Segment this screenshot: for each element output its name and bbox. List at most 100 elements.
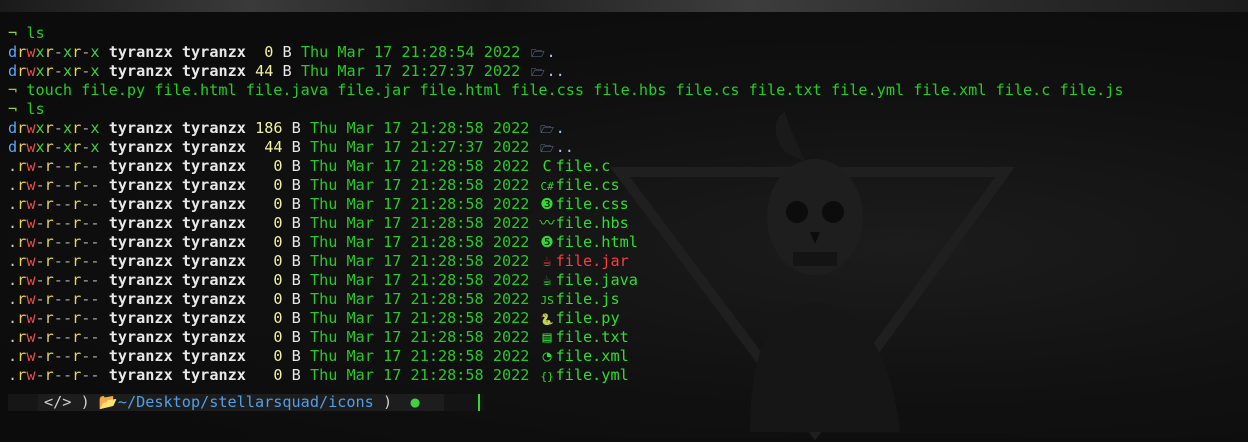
permission-char: - — [35, 290, 45, 308]
permission-char: r — [44, 138, 54, 156]
permission-char: r — [17, 214, 27, 232]
permission-char: r — [17, 271, 27, 289]
code-icon: </> — [44, 393, 72, 411]
permission-char: r — [72, 347, 82, 365]
file-group: tyranzx — [181, 271, 246, 289]
list-item[interactable]: .rw-r--r-- tyranzx tyranzx 0 B Thu Mar 1… — [8, 290, 1124, 309]
permission-char: x — [62, 43, 73, 61]
permission-char: r — [17, 366, 27, 384]
permissions: .rw-r--r-- — [8, 195, 100, 213]
permission-char: - — [53, 328, 63, 346]
permission-char: r — [17, 176, 27, 194]
file-name[interactable]: file.html — [556, 233, 638, 251]
file-name[interactable]: file.txt — [556, 328, 629, 346]
permission-char: r — [44, 347, 54, 365]
c-lang-icon: C — [542, 157, 552, 175]
modified-date: Thu Mar 17 21:28:58 2022 — [309, 119, 530, 137]
size-unit: B — [291, 328, 301, 346]
file-name[interactable]: . — [556, 119, 565, 137]
file-name[interactable]: . — [546, 43, 555, 61]
file-name[interactable]: file.cs — [556, 176, 620, 194]
terminal-window[interactable]: ¬ ls drwxr-xr-x tyranzx tyranzx 0 B Thu M… — [0, 12, 1248, 441]
list-item[interactable]: .rw-r--r-- tyranzx tyranzx 0 B Thu Mar 1… — [8, 252, 1124, 271]
file-group: tyranzx — [181, 309, 246, 327]
permission-char: . — [8, 271, 18, 289]
permission-char: - — [90, 176, 100, 194]
file-name[interactable]: file.yml — [556, 366, 629, 384]
permission-char: - — [90, 195, 100, 213]
list-item[interactable]: drwxr-xr-x tyranzx tyranzx 0 B Thu Mar 1… — [8, 43, 1124, 62]
file-name[interactable]: file.xml — [556, 347, 629, 365]
list-item[interactable]: .rw-r--r-- tyranzx tyranzx 0 B Thu Mar 1… — [8, 195, 1124, 214]
permissions: drwxr-xr-x — [8, 62, 100, 80]
modified-date: Thu Mar 17 21:28:58 2022 — [309, 328, 530, 346]
list-item[interactable]: .rw-r--r-- tyranzx tyranzx 0 B Thu Mar 1… — [8, 309, 1124, 328]
permission-char: - — [53, 366, 63, 384]
permission-char: - — [62, 309, 73, 327]
list-item[interactable]: drwxr-xr-x tyranzx tyranzx 186 B Thu Mar… — [8, 119, 1124, 138]
size-unit: B — [291, 366, 301, 384]
permission-char: . — [8, 195, 18, 213]
file-owner: tyranzx — [108, 309, 173, 327]
size-unit: B — [291, 252, 301, 270]
file-group: tyranzx — [181, 290, 246, 308]
permission-char: r — [44, 43, 54, 61]
file-size: 0 — [255, 176, 283, 194]
list-item[interactable]: .rw-r--r-- tyranzx tyranzx 0 B Thu Mar 1… — [8, 328, 1124, 347]
size-unit: B — [282, 43, 292, 61]
permissions: .rw-r--r-- — [8, 271, 100, 289]
list-item[interactable]: .rw-r--r-- tyranzx tyranzx 0 B Thu Mar 1… — [8, 271, 1124, 290]
list-item[interactable]: .rw-r--r-- tyranzx tyranzx 0 B Thu Mar 1… — [8, 157, 1124, 176]
list-item[interactable]: .rw-r--r-- tyranzx tyranzx 0 B Thu Mar 1… — [8, 176, 1124, 195]
file-group: tyranzx — [181, 195, 246, 213]
permission-char: r — [72, 309, 82, 327]
list-item[interactable]: .rw-r--r-- tyranzx tyranzx 0 B Thu Mar 1… — [8, 233, 1124, 252]
permission-char: - — [53, 62, 63, 80]
permission-char: - — [35, 271, 45, 289]
permission-char: x — [35, 43, 45, 61]
file-name[interactable]: .. — [556, 138, 574, 156]
permission-char: - — [90, 157, 100, 175]
list-item[interactable]: .rw-r--r-- tyranzx tyranzx 0 B Thu Mar 1… — [8, 214, 1124, 233]
csharp-icon: C# — [540, 180, 554, 193]
file-name[interactable]: file.jar — [556, 252, 629, 270]
prompt-statusbar: </> ) 📂 ~/Desktop/stellarsquad/icons ) ● — [8, 393, 484, 412]
list-item[interactable]: drwxr-xr-x tyranzx tyranzx 44 B Thu Mar … — [8, 62, 1124, 81]
modified-date: Thu Mar 17 21:28:58 2022 — [309, 309, 530, 327]
file-name[interactable]: file.css — [556, 195, 629, 213]
file-size: 0 — [255, 328, 283, 346]
permission-char: d — [8, 138, 18, 156]
permissions: .rw-r--r-- — [8, 347, 100, 365]
folder-open-icon: 🗁 — [540, 123, 554, 136]
prompt-symbol: ¬ — [8, 100, 18, 118]
folder-open-icon: 🗁 — [531, 66, 545, 79]
permission-char: x — [90, 119, 100, 137]
file-name[interactable]: file.java — [556, 271, 638, 289]
permission-char: - — [53, 138, 63, 156]
permission-char: - — [53, 309, 63, 327]
permission-char: r — [17, 138, 27, 156]
file-name[interactable]: .. — [546, 62, 564, 80]
permission-char: r — [72, 62, 82, 80]
file-name[interactable]: file.py — [556, 309, 620, 327]
file-owner: tyranzx — [108, 290, 173, 308]
file-group: tyranzx — [181, 233, 246, 251]
list-item[interactable]: .rw-r--r-- tyranzx tyranzx 0 B Thu Mar 1… — [8, 366, 1124, 385]
text-cursor[interactable] — [478, 394, 480, 411]
file-group: tyranzx — [181, 252, 246, 270]
permission-char: - — [62, 271, 73, 289]
permission-char: r — [17, 290, 27, 308]
permission-char: - — [53, 214, 63, 232]
file-name[interactable]: file.hbs — [556, 214, 629, 232]
file-owner: tyranzx — [108, 176, 173, 194]
size-unit: B — [291, 214, 301, 232]
file-name[interactable]: file.c — [556, 157, 611, 175]
terminal-output[interactable]: ¬ ls drwxr-xr-x tyranzx tyranzx 0 B Thu M… — [8, 24, 1124, 385]
file-name[interactable]: file.js — [556, 290, 620, 308]
permission-char: - — [90, 233, 100, 251]
permission-char: x — [35, 62, 45, 80]
list-item[interactable]: drwxr-xr-x tyranzx tyranzx 44 B Thu Mar … — [8, 138, 1124, 157]
permission-char: - — [90, 347, 100, 365]
list-item[interactable]: .rw-r--r-- tyranzx tyranzx 0 B Thu Mar 1… — [8, 347, 1124, 366]
permission-char: r — [72, 195, 82, 213]
